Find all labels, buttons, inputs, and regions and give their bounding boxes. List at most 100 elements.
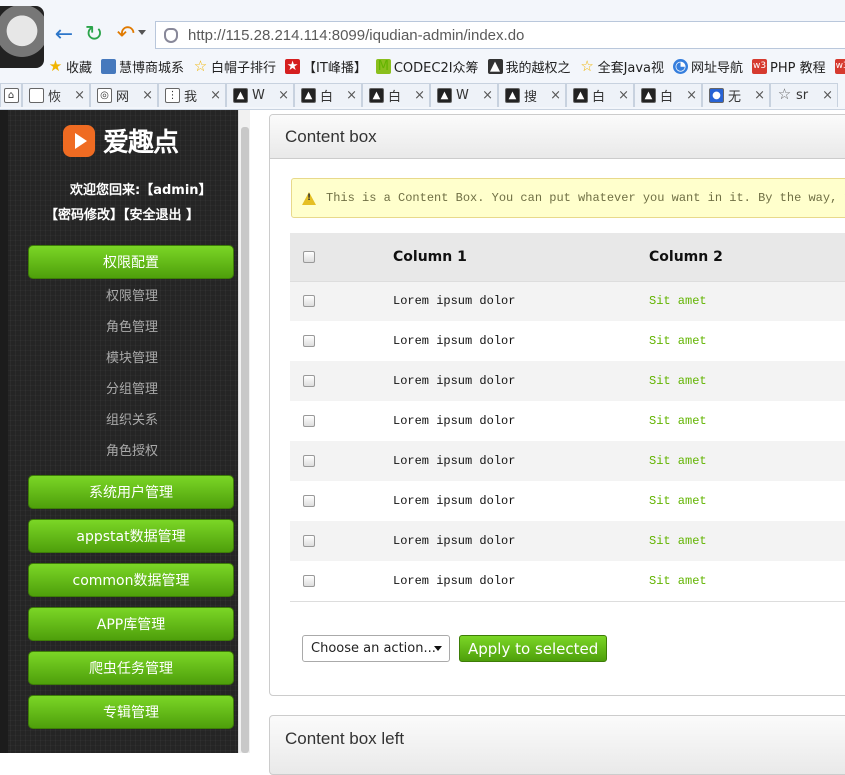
close-icon[interactable]: × [210, 88, 221, 103]
warning-notice: This is a Content Box. You can put whate… [291, 178, 845, 218]
content-box-title: Content box [270, 115, 845, 159]
bookmark-item[interactable]: ★ 【IT峰播】 [285, 55, 367, 77]
bookmark-item[interactable]: ★ 收藏 [48, 55, 92, 77]
close-icon[interactable]: × [822, 88, 833, 103]
sidebar-submenu-role-authorization[interactable]: 角色授权 [106, 440, 158, 459]
tab[interactable]: ▲ 白 × [362, 83, 430, 107]
sidebar-submenu-organization-relations[interactable]: 组织关系 [106, 409, 158, 428]
column-2-cell: Sit amet [649, 361, 845, 401]
sidebar-submenu-group-management[interactable]: 分组管理 [106, 378, 158, 397]
undo-icon[interactable]: ↶ [114, 22, 138, 47]
account-links[interactable]: 【密码修改】【安全退出 】 [45, 204, 199, 223]
bookmark-item[interactable]: ☆ 白帽子排行 [193, 55, 276, 77]
user-avatar[interactable] [0, 6, 44, 68]
sidebar-menu-crawler-tasks[interactable]: 爬虫任务管理 [28, 651, 234, 685]
browser-toolbar: ← ↻ ↶ http://115.28.214.114:8099/iqudian… [0, 0, 845, 110]
tab[interactable]: ▲ W × [430, 83, 498, 107]
column-1-cell: Lorem ipsum dolor [326, 441, 649, 481]
close-icon[interactable]: × [482, 88, 493, 103]
close-icon[interactable]: × [414, 88, 425, 103]
tab[interactable]: ⋮ 我 × [158, 83, 226, 107]
row-checkbox[interactable] [303, 414, 315, 427]
bookmark-item[interactable]: M CODEC2I众筹 [375, 55, 479, 77]
tab[interactable]: ▲ 搜 × [498, 83, 566, 107]
apply-to-selected-button[interactable]: Apply to selected [459, 635, 608, 662]
close-icon[interactable]: × [346, 88, 357, 103]
table-row: Lorem ipsum dolor Sit amet [290, 401, 845, 441]
table-row: Lorem ipsum dolor Sit amet [290, 361, 845, 401]
content-box-left-title: Content box left [285, 729, 405, 748]
close-icon[interactable]: × [550, 88, 561, 103]
bookmark-item[interactable]: w3 [834, 55, 845, 77]
column-1-cell: Lorem ipsum dolor [393, 494, 516, 508]
action-select[interactable]: Choose an action... [302, 635, 450, 662]
sidebar-menu-albums[interactable]: 专辑管理 [28, 695, 234, 729]
close-icon[interactable]: × [278, 88, 289, 103]
select-all-checkbox[interactable] [303, 250, 315, 263]
bookmark-item[interactable]: ☆ 全套Java视 [580, 55, 664, 77]
tab[interactable]: ● 无 × [702, 83, 770, 107]
sidebar-menu-permission-config[interactable]: 权限配置 [28, 245, 234, 279]
tab[interactable]: ◎ 网 × [90, 83, 158, 107]
address-bar[interactable]: http://115.28.214.114:8099/iqudian-admin… [155, 21, 845, 49]
row-checkbox[interactable] [303, 494, 315, 507]
tab[interactable]: ▲ 白 × [634, 83, 702, 107]
row-checkbox[interactable] [303, 534, 315, 547]
notice-text: This is a Content Box. You can put whate… [326, 191, 845, 205]
row-select-cell [290, 481, 326, 521]
mountain-icon: ▲ [487, 58, 503, 74]
column-2-cell: Sit amet [649, 441, 845, 481]
action-select-value: Choose an action... [311, 641, 436, 656]
row-checkbox[interactable] [303, 454, 315, 467]
m-logo-icon: M [375, 58, 391, 74]
chevron-down-icon[interactable] [138, 30, 146, 35]
reload-icon[interactable]: ↻ [82, 22, 106, 47]
close-icon[interactable]: × [142, 88, 153, 103]
bookmark-item[interactable]: ◔ 网址导航 [673, 55, 743, 77]
tab[interactable]: ⌂ [0, 83, 22, 107]
sidebar-submenu-module-management[interactable]: 模块管理 [106, 347, 158, 366]
back-icon[interactable]: ← [52, 22, 76, 47]
page-scrollbar[interactable] [238, 110, 250, 753]
sidebar-menu-common-data[interactable]: common数据管理 [28, 563, 234, 597]
close-icon[interactable]: × [618, 88, 629, 103]
bookmark-item[interactable]: ▲ 我的越权之 [487, 55, 571, 77]
row-checkbox[interactable] [303, 374, 315, 387]
sidebar-menu-system-users[interactable]: 系统用户管理 [28, 475, 234, 509]
content-box: Content box This is a Content Box. You c… [269, 114, 845, 696]
tab-strip: ⌂ 恢 × ◎ 网 × ⋮ 我 × ▲ W × ▲ 白 × ▲ 白 × ▲ W × ▲ 搜 × ▲ 白 × ▲ 白 ×… [0, 83, 845, 109]
table-header-row: Column 1 Column 2 [290, 233, 845, 282]
close-icon[interactable]: × [754, 88, 765, 103]
sidebar-menu-appstat-data[interactable]: appstat数据管理 [28, 519, 234, 553]
column-1-cell: Lorem ipsum dolor [326, 521, 649, 561]
table-row: Lorem ipsum dolor Sit amet [290, 481, 845, 521]
bookmark-item[interactable]: w3 PHP 教程 [752, 55, 826, 77]
red-star-icon: ★ [285, 58, 301, 74]
row-select-cell [290, 521, 326, 561]
sidebar-menu-app-library[interactable]: APP库管理 [28, 607, 234, 641]
row-checkbox[interactable] [303, 574, 315, 587]
table-row: Lorem ipsum dolor Sit amet [290, 441, 845, 481]
tab[interactable]: ▲ W × [226, 83, 294, 107]
page-icon [29, 88, 44, 103]
tab[interactable]: ▲ 白 × [566, 83, 634, 107]
scroll-thumb[interactable] [241, 127, 249, 753]
column-1-cell: Lorem ipsum dolor [326, 561, 649, 602]
bulk-actions: Choose an action... Apply to selected [302, 635, 608, 662]
row-select-cell [290, 321, 326, 361]
tab[interactable]: ▲ 白 × [294, 83, 362, 107]
tab[interactable]: 恢 × [22, 83, 90, 107]
sidebar-submenu-role-management[interactable]: 角色管理 [106, 316, 158, 335]
bookmark-item[interactable]: 慧博商城系 [101, 55, 184, 77]
row-checkbox[interactable] [303, 295, 315, 308]
row-select-cell [290, 561, 326, 602]
close-icon[interactable]: × [686, 88, 697, 103]
star-icon: ☆ [580, 56, 594, 75]
tab[interactable]: ☆ sr × [770, 83, 838, 107]
sidebar-submenu-permission-management[interactable]: 权限管理 [106, 285, 158, 304]
close-icon[interactable]: × [74, 88, 85, 103]
row-checkbox[interactable] [303, 334, 315, 347]
column-2-cell: Sit amet [649, 414, 707, 428]
chevron-down-icon [434, 646, 442, 651]
w3-icon: w3 [834, 58, 845, 74]
